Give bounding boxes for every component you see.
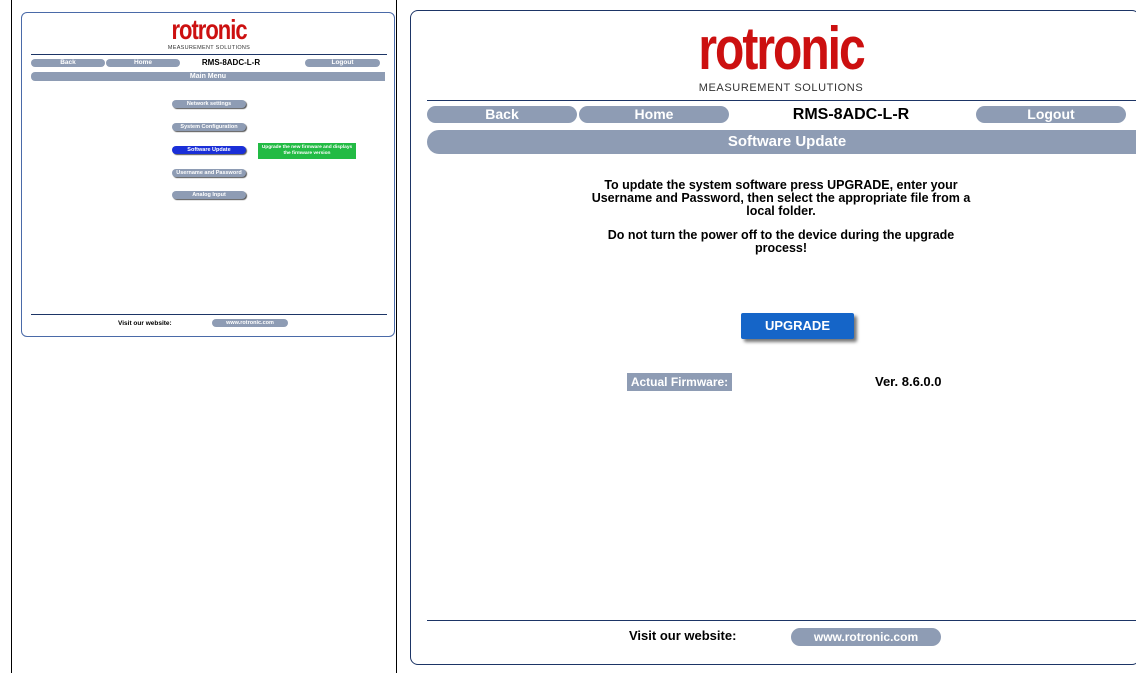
- update-instructions: To update the system software press UPGR…: [591, 178, 971, 218]
- logout-button[interactable]: Logout: [976, 106, 1126, 123]
- footer-divider: [427, 620, 1136, 621]
- logo-word: rotronic: [698, 16, 865, 83]
- section-title-bar: Software Update: [427, 130, 1136, 154]
- header-divider: [427, 100, 1136, 101]
- section-title-bar: Main Menu: [31, 72, 385, 81]
- back-button[interactable]: Back: [31, 59, 105, 67]
- logo-tagline: MEASUREMENT SOLUTIONS: [167, 45, 251, 51]
- home-button[interactable]: Home: [106, 59, 180, 67]
- header-divider: [31, 54, 387, 55]
- menu-system-configuration[interactable]: System Configuration: [172, 123, 246, 131]
- menu-username-password[interactable]: Username and Password: [172, 169, 246, 177]
- device-name: RMS-8ADC-L-R: [792, 106, 910, 123]
- main-menu-panel: rotronic MEASUREMENT SOLUTIONS Back Home…: [21, 12, 395, 337]
- power-warning: Do not turn the power off to the device …: [607, 228, 955, 255]
- back-button[interactable]: Back: [427, 106, 577, 123]
- software-update-panel: rotronic MEASUREMENT SOLUTIONS Back Home…: [410, 10, 1136, 665]
- home-button[interactable]: Home: [579, 106, 729, 123]
- logout-button[interactable]: Logout: [305, 59, 380, 67]
- footer-label: Visit our website:: [629, 628, 737, 643]
- footer-divider: [31, 314, 387, 315]
- rotronic-logo: rotronic MEASUREMENT SOLUTIONS: [22, 13, 396, 51]
- firmware-label: Actual Firmware:: [627, 373, 732, 391]
- website-link[interactable]: www.rotronic.com: [212, 319, 288, 327]
- website-link[interactable]: www.rotronic.com: [791, 628, 941, 646]
- footer-label: Visit our website:: [118, 320, 172, 327]
- divider-frame-line: [396, 0, 397, 673]
- menu-software-update[interactable]: Software Update: [172, 146, 246, 154]
- logo-tagline: MEASUREMENT SOLUTIONS: [698, 82, 864, 94]
- logo-word: rotronic: [171, 13, 247, 45]
- rotronic-logo-large: rotronic MEASUREMENT SOLUTIONS: [411, 19, 1136, 94]
- left-frame-line: [11, 0, 12, 673]
- menu-analog-input[interactable]: Analog Input: [172, 191, 246, 199]
- firmware-version: Ver. 8.6.0.0: [875, 374, 942, 389]
- upgrade-button[interactable]: UPGRADE: [741, 313, 854, 339]
- menu-network-settings[interactable]: Network settings: [172, 100, 246, 108]
- software-update-tooltip: Upgrade the new firmware and displays th…: [258, 143, 356, 159]
- device-name: RMS-8ADC-L-R: [201, 58, 261, 67]
